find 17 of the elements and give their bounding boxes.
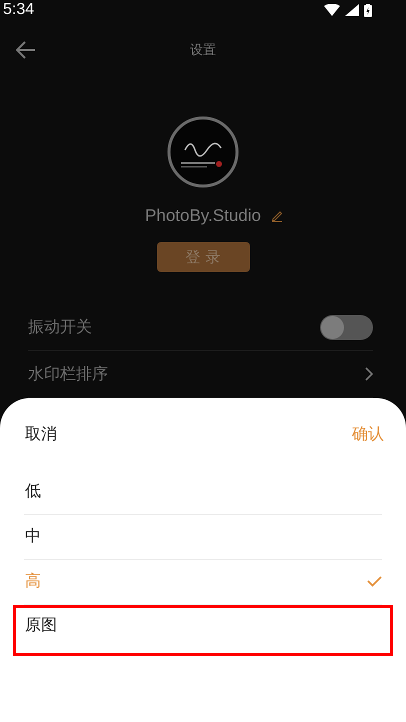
page-title: 设置 <box>190 42 216 59</box>
battery-icon <box>364 4 372 16</box>
pencil-icon[interactable] <box>270 210 283 222</box>
wifi-icon <box>324 4 340 16</box>
quality-option[interactable]: 原图 <box>13 605 393 656</box>
quality-option[interactable]: 低 <box>24 469 382 515</box>
status-time: 5:34 <box>3 1 34 19</box>
quality-option[interactable]: 中 <box>24 514 382 560</box>
profile-name: PhotoBy.Studio <box>145 206 261 226</box>
signal-icon <box>345 4 359 16</box>
chevron-right-icon[interactable] <box>365 367 373 381</box>
checkmark-icon <box>367 576 382 587</box>
setting-label: 水印栏排序 <box>28 364 108 384</box>
back-arrow-icon[interactable] <box>16 41 36 59</box>
setting-label: 振动开关 <box>28 316 92 338</box>
cancel-button[interactable]: 取消 <box>25 424 57 444</box>
toggle-switch[interactable] <box>320 314 373 340</box>
